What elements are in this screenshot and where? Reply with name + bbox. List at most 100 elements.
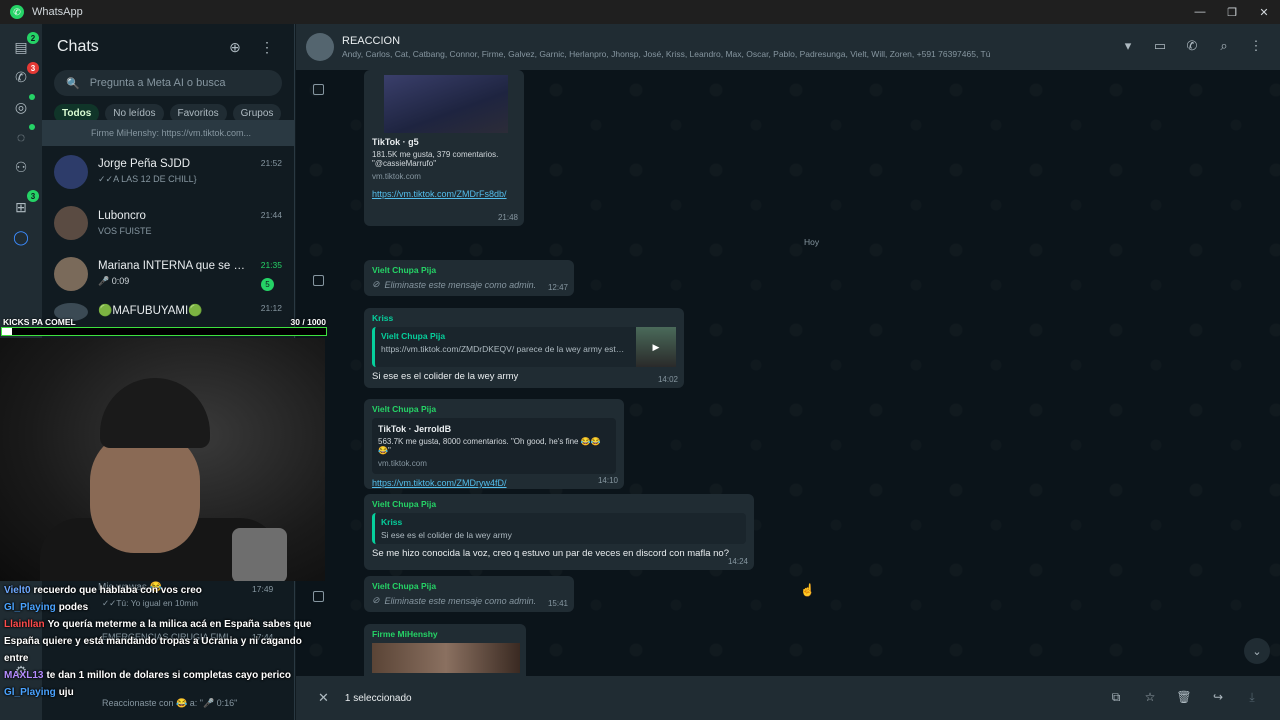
search-box[interactable]: 🔍	[54, 70, 282, 96]
stream-chat-message: podes	[58, 602, 89, 613]
voice-call-icon[interactable]: ✆	[1182, 36, 1202, 56]
chat-time: 21:35	[260, 260, 282, 270]
delete-icon[interactable]: 🗑	[1176, 689, 1192, 705]
media-thumbnail[interactable]	[372, 643, 520, 673]
avatar	[54, 256, 88, 291]
blocked-icon: ⊘	[372, 595, 380, 605]
avatar	[54, 154, 88, 189]
message-link[interactable]: https://vm.tiktok.com/ZMDryw4fD/	[372, 478, 616, 488]
message-sender: Firme MiHenshy	[372, 629, 438, 639]
quoted-message[interactable]: Vielt Chupa Pija https://vm.tiktok.com/Z…	[372, 327, 676, 367]
search-input[interactable]	[89, 77, 270, 89]
message-link[interactable]: https://vm.tiktok.com/ZMDrFs8db/	[372, 189, 516, 199]
chat-item[interactable]: Mariana INTERNA que se cre... 21:35 🎤 0:0…	[42, 248, 294, 299]
star-icon[interactable]: ☆	[1142, 689, 1158, 705]
archive-badge: 3	[27, 190, 39, 202]
message-time: 15:41	[547, 599, 568, 608]
chat-preview: Firme MiHenshy: https://vm.tiktok.com...	[91, 128, 252, 138]
goal-fill	[2, 328, 12, 335]
search-icon[interactable]: ⌕	[1214, 36, 1234, 56]
unread-badge: 5	[261, 278, 274, 291]
status-icon[interactable]: ◎	[12, 98, 30, 116]
menu-icon[interactable]: ⋮	[1246, 36, 1266, 56]
chat-name: Luboncro	[98, 209, 146, 222]
chat-item[interactable]: Firme MiHenshy: https://vm.tiktok.com...	[42, 120, 294, 146]
message-bubble[interactable]: Vielt Chupa Pija ⊘ Eliminaste este mensaj…	[364, 260, 574, 296]
preview-domain: vm.tiktok.com	[378, 459, 427, 468]
stream-chat-user: Gl_Playing	[4, 687, 56, 698]
quote-text: Si ese es el colider de la wey army	[381, 530, 512, 540]
chat-time: 21:52	[260, 158, 282, 168]
stream-chat-message: te dan 1 millon de dolares si completas …	[46, 670, 291, 681]
quoted-message[interactable]: Kriss Si ese es el colider de la wey arm…	[372, 513, 746, 544]
chat-item[interactable]: Luboncro 21:44 VOS FUISTE	[42, 197, 294, 248]
window-titlebar: ✆ WhatsApp — ❐ ✕	[0, 0, 1280, 24]
message-bubble[interactable]: Vielt Chupa Pija TikTok · JerroldB 563.7…	[364, 399, 624, 489]
webcam-face	[90, 433, 200, 553]
preview-domain: vm.tiktok.com	[372, 172, 421, 181]
filter-chips: Todos No leídos Favoritos Grupos	[42, 96, 294, 123]
select-checkbox[interactable]	[313, 275, 324, 286]
quote-sender: Vielt Chupa Pija	[381, 331, 446, 341]
channels-dot	[29, 124, 35, 130]
close-window-button[interactable]: ✕	[1248, 0, 1280, 24]
message-text: Si ese es el colider de la wey army	[372, 371, 519, 382]
stream-chat-message: recuerdo que hablaba con vos creo	[33, 585, 202, 596]
conversation-panel: REACCION Andy, Carlos, Cat, Catbang, Con…	[296, 24, 1280, 720]
message-bubble[interactable]: Kriss Vielt Chupa Pija https://vm.tiktok…	[364, 308, 684, 388]
stream-chat-user: Gl_Playing	[4, 602, 56, 613]
goal-count: 30 / 1000	[290, 317, 326, 327]
stream-chat-user: Llainllan	[4, 619, 45, 630]
menu-icon[interactable]: ⋮	[255, 39, 279, 56]
communities-icon[interactable]: ⚇	[12, 158, 30, 176]
message-sender: Vielt Chupa Pija	[372, 499, 437, 509]
message-bubble[interactable]: TikTok · g5 181.5K me gusta, 379 comenta…	[364, 70, 524, 226]
scroll-down-button[interactable]: ⌄	[1244, 638, 1270, 664]
stream-chat-line: MAXL13 te dan 1 millon de dolares si comp…	[4, 667, 322, 684]
select-checkbox[interactable]	[313, 84, 324, 95]
stream-chat-line: Vielt0 recuerdo que hablaba con vos creo	[4, 582, 322, 599]
blocked-icon: ⊘	[372, 279, 380, 289]
new-chat-icon[interactable]: ⊕	[223, 39, 247, 56]
message-sender: Vielt Chupa Pija	[372, 581, 437, 591]
message-time: 14:10	[597, 476, 618, 485]
message-bubble[interactable]: Vielt Chupa Pija Kriss Si ese es el coli…	[364, 494, 754, 570]
preview-description: 181.5K me gusta, 379 comentarios. "@cass…	[372, 150, 499, 168]
kick-goal-bar: KICKS PA COMEL 30 / 1000	[0, 314, 328, 338]
message-bubble[interactable]: Firme MiHenshy	[364, 624, 526, 676]
download-icon[interactable]: ⤓	[1244, 689, 1260, 705]
channels-icon[interactable]: ◌	[12, 128, 30, 146]
video-call-icon[interactable]: ▭	[1150, 36, 1170, 56]
goal-title: KICKS PA COMEL	[3, 317, 76, 327]
message-sender: Vielt Chupa Pija	[372, 404, 437, 414]
link-thumbnail	[384, 75, 508, 133]
stream-chat-feed: Vielt0 recuerdo que hablaba con vos creo G…	[4, 582, 322, 701]
chat-list: Firme MiHenshy: https://vm.tiktok.com...…	[42, 120, 294, 321]
stream-chat-message: uju	[58, 687, 74, 698]
message-text: Se me hizo conocida la voz, creo q estuv…	[372, 548, 729, 559]
message-bubble[interactable]: Vielt Chupa Pija ⊘ Eliminaste este mensaj…	[364, 576, 574, 612]
meta-ai-icon[interactable]: ◯	[12, 228, 30, 246]
chat-header[interactable]: REACCION Andy, Carlos, Cat, Catbang, Con…	[296, 24, 1280, 70]
preview-title: TikTok · JerroldB	[378, 424, 452, 434]
selection-bar: ✕ 1 seleccionado ⧉ ☆ 🗑 ↪ ⤓	[296, 676, 1280, 720]
maximize-button[interactable]: ❐	[1216, 0, 1248, 24]
chat-preview: ✓✓A LAS 12 DE CHILL}	[98, 174, 197, 184]
stream-chat-message: Yo quería meterme a la milica acá en Esp…	[4, 619, 312, 664]
profile-picker-icon[interactable]: ▾	[1118, 36, 1138, 56]
quote-text: https://vm.tiktok.com/ZMDrDKEQV/ parece …	[381, 344, 628, 354]
minimize-button[interactable]: —	[1184, 0, 1216, 24]
chats-badge: 2	[27, 32, 39, 44]
message-time: 12:47	[547, 283, 568, 292]
chat-time: 21:44	[260, 209, 282, 220]
preview-description: 563.7K me gusta, 8000 comentarios. "Oh g…	[378, 437, 601, 455]
group-avatar[interactable]	[306, 33, 334, 61]
goal-track	[1, 327, 327, 336]
archive-icon[interactable]: ⊞	[12, 198, 30, 216]
group-name: REACCION	[342, 35, 401, 47]
forward-icon[interactable]: ↪	[1210, 689, 1226, 705]
chat-item[interactable]: Jorge Peña SJDD 21:52 ✓✓A LAS 12 DE CHILL…	[42, 146, 294, 197]
quote-sender: Kriss	[381, 517, 403, 527]
stream-chat-line: Gl_Playing podes	[4, 599, 322, 616]
copy-icon[interactable]: ⧉	[1108, 689, 1124, 705]
